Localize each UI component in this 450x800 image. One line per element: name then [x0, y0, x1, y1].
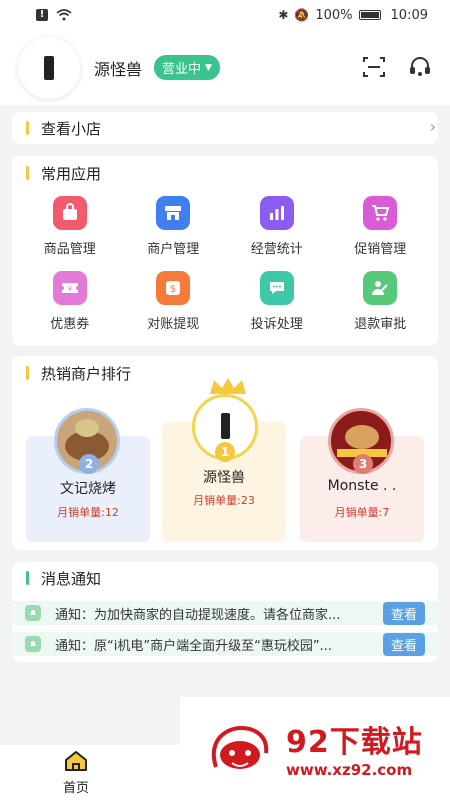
- tab-home[interactable]: 首页: [56, 749, 96, 796]
- crown-icon: [210, 378, 246, 394]
- shopping-bag-icon: [52, 196, 87, 230]
- chevron-right-icon: ›: [429, 117, 436, 136]
- mute-icon: 🔕: [294, 8, 310, 22]
- customer-service-icon[interactable]: [408, 55, 432, 79]
- scan-icon[interactable]: [362, 55, 386, 79]
- chat-icon: [259, 271, 294, 305]
- watermark-title: 92下载站: [286, 725, 423, 760]
- storefront-icon: [156, 196, 191, 230]
- view-notice-button[interactable]: 查看: [382, 601, 425, 625]
- app-refund-approval[interactable]: 退款审批: [329, 271, 433, 332]
- notice-text: 通知：为加快商家的自动提现速度。请各位商家...: [55, 607, 341, 623]
- common-apps-title: 常用应用: [41, 164, 102, 183]
- app-label: 促销管理: [354, 242, 407, 257]
- status-bar: ! ✱ 🔕 100% 10:09: [0, 0, 450, 30]
- accent-bar: [26, 571, 29, 585]
- tab-home-label: 首页: [62, 781, 89, 796]
- app-merchant-management[interactable]: 商户管理: [122, 196, 226, 257]
- shop-header: 源怪兽 营业中 ▼: [0, 30, 450, 105]
- rank-badge: 2: [79, 454, 99, 474]
- warning-icon: !: [36, 9, 48, 21]
- notice-text: 通知：原“i机电”商户端全面升级至“惠玩校园”...: [55, 638, 332, 654]
- money-bag-icon: $: [156, 271, 191, 305]
- approval-icon: [363, 271, 398, 305]
- svg-text:¥: ¥: [68, 285, 73, 293]
- view-shop-row[interactable]: 查看小店 ›: [12, 112, 438, 144]
- home-icon: [65, 751, 87, 771]
- rank-badge: 3: [353, 454, 373, 474]
- bar-chart-icon: [259, 196, 294, 230]
- app-label: 经营统计: [250, 242, 303, 257]
- svg-text:$: $: [170, 284, 176, 295]
- app-label: 商品管理: [43, 242, 96, 257]
- monthly-sales: 月销单量:23: [193, 494, 255, 507]
- ranking-title: 热销商户排行: [41, 364, 132, 383]
- shop-avatar[interactable]: [18, 36, 80, 99]
- view-shop-label: 查看小店: [41, 119, 102, 138]
- app-label: 优惠券: [50, 317, 90, 332]
- bell-icon: [25, 636, 41, 652]
- bluetooth-icon: ✱: [278, 8, 289, 22]
- notice-item[interactable]: 通知：为加快商家的自动提现速度。请各位商家... 查看: [12, 601, 438, 625]
- app-product-management[interactable]: 商品管理: [18, 196, 122, 257]
- business-status-dropdown[interactable]: 营业中 ▼: [154, 55, 220, 80]
- coupon-icon: ¥: [52, 271, 87, 305]
- app-business-statistics[interactable]: 经营统计: [225, 196, 329, 257]
- common-apps-card: 常用应用 商品管理 商户管理 经营统计 促销管理 ¥ 优惠券 $ 对账提现 投诉: [12, 156, 438, 346]
- monthly-sales: 月销单量:12: [57, 506, 119, 519]
- app-reconciliation-withdrawal[interactable]: $ 对账提现: [122, 271, 226, 332]
- battery-percent: 100%: [315, 7, 353, 23]
- clock: 10:09: [390, 7, 428, 23]
- app-label: 商户管理: [147, 242, 200, 257]
- app-label: 投诉处理: [250, 317, 303, 332]
- watermark: 92下载站 www.xz92.com: [180, 697, 450, 800]
- notice-item[interactable]: 通知：原“i机电”商户端全面升级至“惠玩校园”... 查看: [12, 632, 438, 656]
- view-notice-button[interactable]: 查看: [382, 632, 425, 656]
- accent-bar: [26, 366, 29, 380]
- notices-title: 消息通知: [41, 569, 102, 588]
- app-complaint-handling[interactable]: 投诉处理: [225, 271, 329, 332]
- business-status-label: 营业中: [162, 62, 202, 77]
- shop-name: 源怪兽: [94, 59, 143, 79]
- caret-down-icon: ▼: [205, 62, 212, 73]
- shop-logo-icon: [44, 55, 54, 80]
- app-coupons[interactable]: ¥ 优惠券: [18, 271, 122, 332]
- wifi-icon: [56, 9, 72, 21]
- app-label: 退款审批: [354, 317, 407, 332]
- merchant-name: 文记烧烤: [60, 481, 116, 497]
- monthly-sales: 月销单量:7: [334, 506, 390, 519]
- bell-icon: [25, 605, 41, 621]
- accent-bar: [26, 121, 29, 135]
- gamepad-logo-icon: [211, 726, 269, 769]
- watermark-url: www.xz92.com: [286, 761, 413, 779]
- merchant-name: 源怪兽: [203, 470, 245, 486]
- rank-badge: 1: [215, 442, 235, 462]
- accent-bar: [26, 166, 29, 180]
- cart-icon: [363, 196, 398, 230]
- app-promotion-management[interactable]: 促销管理: [329, 196, 433, 257]
- ranking-card: 热销商户排行 文记烧烤 月销单量:12 2 源怪兽 月销单量:23 1 Mons…: [12, 356, 438, 550]
- battery-icon: [358, 10, 381, 20]
- merchant-name: Monste . .: [327, 478, 397, 494]
- app-label: 对账提现: [147, 317, 200, 332]
